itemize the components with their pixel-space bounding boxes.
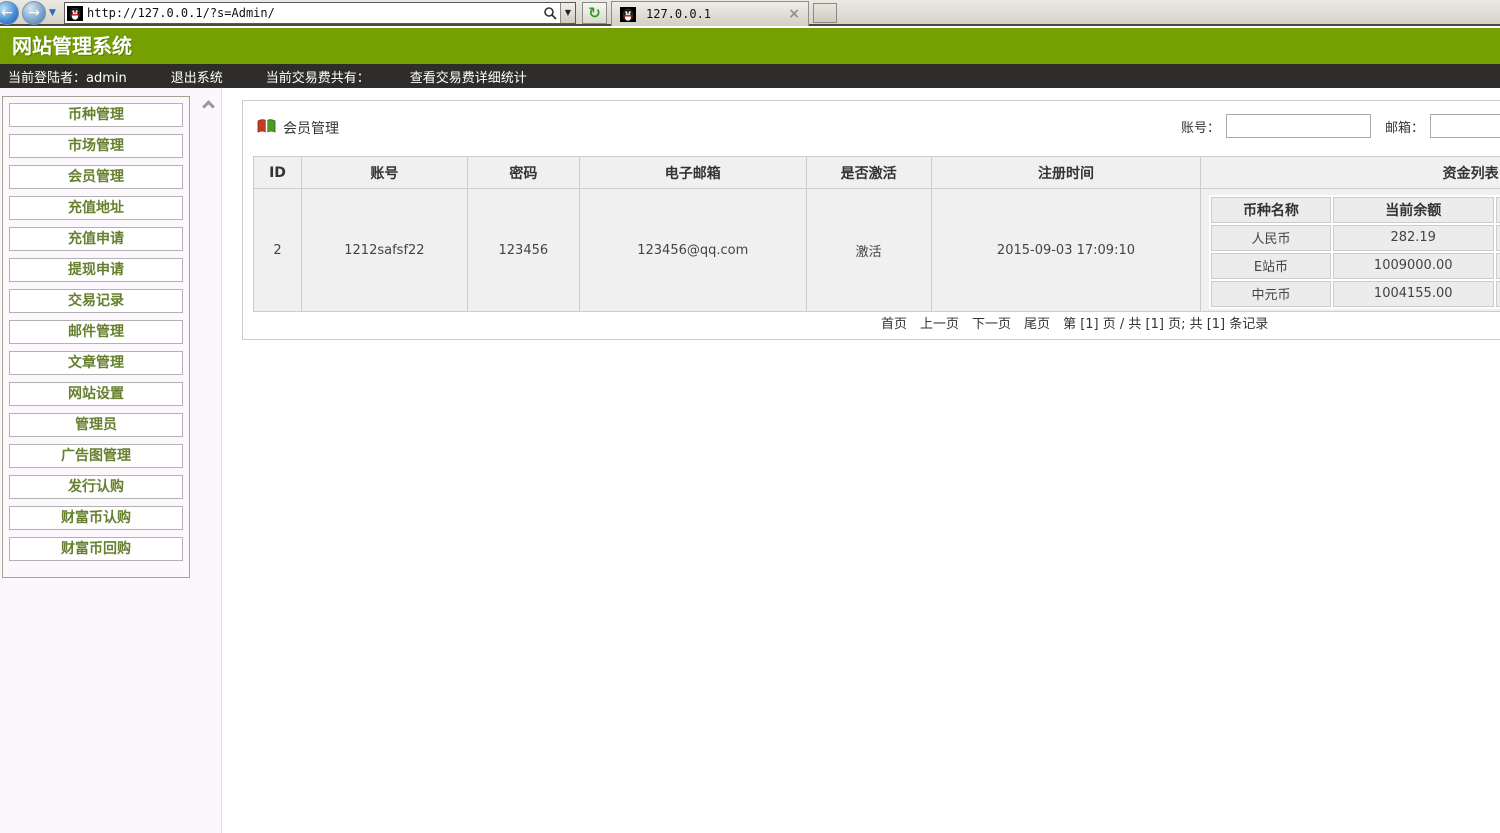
sidebar-item-issue-subscribe[interactable]: 发行认购 bbox=[9, 475, 183, 499]
browser-window: ← → ▼ ▼ ↻ bbox=[0, 0, 1500, 833]
funds-row: 中元币 1004155.00 bbox=[1211, 281, 1500, 307]
funds-col-extra bbox=[1496, 197, 1500, 223]
pagination-next[interactable]: 下一页 bbox=[972, 313, 1011, 332]
fee-total-label: 当前交易费共有： bbox=[266, 67, 370, 86]
sidebar-item-article-mgmt[interactable]: 文章管理 bbox=[9, 351, 183, 375]
funds-balance: 1004155.00 bbox=[1333, 281, 1494, 307]
funds-extra bbox=[1496, 225, 1500, 251]
tab-title: 127.0.0.1 bbox=[646, 7, 788, 21]
site-header: 网站管理系统 bbox=[0, 28, 1500, 64]
funds-currency: 人民币 bbox=[1211, 225, 1330, 251]
sidebar-item-mail-mgmt[interactable]: 邮件管理 bbox=[9, 320, 183, 344]
page-title: 网站管理系统 bbox=[0, 28, 1500, 64]
funds-extra bbox=[1496, 253, 1500, 279]
funds-col-balance: 当前余额 bbox=[1333, 197, 1494, 223]
sidebar-item-market-mgmt[interactable]: 市场管理 bbox=[9, 134, 183, 158]
new-tab-button[interactable] bbox=[813, 3, 837, 23]
tab-close-icon[interactable]: × bbox=[788, 6, 800, 22]
forward-arrow-icon: → bbox=[28, 5, 40, 21]
member-row: 2 1212safsf22 123456 123456@qq.com 激活 20… bbox=[254, 189, 1500, 312]
logout-link[interactable]: 退出系统 bbox=[171, 67, 223, 86]
back-button[interactable]: ← bbox=[0, 1, 19, 25]
panel-title-row: 会员管理 账号： 邮箱： bbox=[243, 101, 1500, 153]
funds-currency: E站币 bbox=[1211, 253, 1330, 279]
sidebar-item-wealth-coin-buyback[interactable]: 财富币回购 bbox=[9, 537, 183, 561]
admin-toolbar: 当前登陆者：admin 退出系统 当前交易费共有： 查看交易费详细统计 bbox=[0, 64, 1500, 88]
pagination-summary: 第 [1] 页 / 共 [1] 页; 共 [1] 条记录 bbox=[1063, 313, 1268, 332]
fee-detail-link[interactable]: 查看交易费详细统计 bbox=[410, 67, 527, 86]
forward-button[interactable]: → bbox=[22, 1, 46, 25]
pagination-prev[interactable]: 上一页 bbox=[920, 313, 959, 332]
account-filter-label: 账号： bbox=[1181, 117, 1220, 136]
browser-chrome: ← → ▼ ▼ ↻ bbox=[0, 0, 1500, 26]
email-filter-label: 邮箱： bbox=[1385, 117, 1424, 136]
pagination-first[interactable]: 首页 bbox=[881, 313, 907, 332]
account-filter-input[interactable] bbox=[1226, 114, 1371, 138]
members-table: ID 账号 密码 电子邮箱 是否激活 注册时间 资金列表 2 1212safsf… bbox=[253, 156, 1500, 312]
filter-bar: 账号： 邮箱： bbox=[1181, 114, 1500, 138]
cell-regtime: 2015-09-03 17:09:10 bbox=[931, 189, 1201, 312]
pagination: 首页 上一页 下一页 尾页 第 [1] 页 / 共 [1] 页; 共 [1] 条… bbox=[881, 313, 1268, 332]
sidebar-item-deposit-request[interactable]: 充值申请 bbox=[9, 227, 183, 251]
funds-balance: 282.19 bbox=[1333, 225, 1494, 251]
site-favicon bbox=[67, 6, 83, 21]
sidebar-item-banner-mgmt[interactable]: 广告图管理 bbox=[9, 444, 183, 468]
funds-table: 币种名称 当前余额 人民币 282.19 E bbox=[1209, 195, 1500, 309]
sidebar-scroll-strip bbox=[191, 88, 222, 833]
sidebar-item-wealth-coin-subscribe[interactable]: 财富币认购 bbox=[9, 506, 183, 530]
cell-account: 1212safsf22 bbox=[301, 189, 467, 312]
sidebar-item-site-settings[interactable]: 网站设置 bbox=[9, 382, 183, 406]
back-arrow-icon: ← bbox=[1, 5, 13, 21]
funds-row: E站币 1009000.00 bbox=[1211, 253, 1500, 279]
col-header-id: ID bbox=[254, 157, 302, 189]
col-header-password: 密码 bbox=[467, 157, 579, 189]
search-icon[interactable] bbox=[542, 5, 558, 21]
sidebar-item-deposit-address[interactable]: 充值地址 bbox=[9, 196, 183, 220]
sidebar-item-currency-mgmt[interactable]: 币种管理 bbox=[9, 103, 183, 127]
col-header-account: 账号 bbox=[301, 157, 467, 189]
cell-active: 激活 bbox=[806, 189, 931, 312]
url-input[interactable] bbox=[87, 6, 542, 20]
pagination-last[interactable]: 尾页 bbox=[1024, 313, 1050, 332]
cell-email: 123456@qq.com bbox=[579, 189, 806, 312]
scroll-up-icon[interactable] bbox=[202, 100, 215, 113]
sidebar-menu: 币种管理 市场管理 会员管理 充值地址 充值申请 提现申请 交易记录 邮件管理 … bbox=[2, 96, 190, 578]
sidebar-item-member-mgmt[interactable]: 会员管理 bbox=[9, 165, 183, 189]
tab-favicon bbox=[620, 7, 636, 22]
sidebar-item-administrators[interactable]: 管理员 bbox=[9, 413, 183, 437]
funds-col-currency: 币种名称 bbox=[1211, 197, 1330, 223]
funds-extra bbox=[1496, 281, 1500, 307]
panel-title: 会员管理 bbox=[283, 118, 339, 138]
funds-currency: 中元币 bbox=[1211, 281, 1330, 307]
funds-balance: 1009000.00 bbox=[1333, 253, 1494, 279]
members-table-header-row: ID 账号 密码 电子邮箱 是否激活 注册时间 资金列表 bbox=[254, 157, 1500, 189]
email-filter-input[interactable] bbox=[1430, 114, 1500, 138]
funds-row: 人民币 282.19 bbox=[1211, 225, 1500, 251]
col-header-email: 电子邮箱 bbox=[579, 157, 806, 189]
member-management-panel: 会员管理 账号： 邮箱： ID 账号 密码 bbox=[242, 100, 1500, 340]
history-dropdown-icon[interactable]: ▼ bbox=[49, 8, 56, 18]
cell-id: 2 bbox=[254, 189, 302, 312]
url-dropdown-button[interactable]: ▼ bbox=[560, 3, 575, 23]
col-header-regtime: 注册时间 bbox=[931, 157, 1201, 189]
address-bar[interactable]: ▼ bbox=[64, 2, 576, 24]
sidebar-item-withdraw-request[interactable]: 提现申请 bbox=[9, 258, 183, 282]
current-user-label: 当前登陆者：admin bbox=[8, 67, 127, 86]
col-header-funds: 资金列表 bbox=[1201, 157, 1500, 189]
cell-password: 123456 bbox=[467, 189, 579, 312]
funds-header-row: 币种名称 当前余额 bbox=[1211, 197, 1500, 223]
sidebar-item-trade-records[interactable]: 交易记录 bbox=[9, 289, 183, 313]
cell-funds: 币种名称 当前余额 人民币 282.19 E bbox=[1201, 189, 1500, 312]
page-body: 币种管理 市场管理 会员管理 充值地址 充值申请 提现申请 交易记录 邮件管理 … bbox=[0, 88, 1500, 833]
browser-tab[interactable]: 127.0.0.1 × bbox=[611, 1, 809, 26]
book-icon bbox=[257, 118, 276, 134]
refresh-button[interactable]: ↻ bbox=[582, 2, 607, 24]
col-header-active: 是否激活 bbox=[806, 157, 931, 189]
